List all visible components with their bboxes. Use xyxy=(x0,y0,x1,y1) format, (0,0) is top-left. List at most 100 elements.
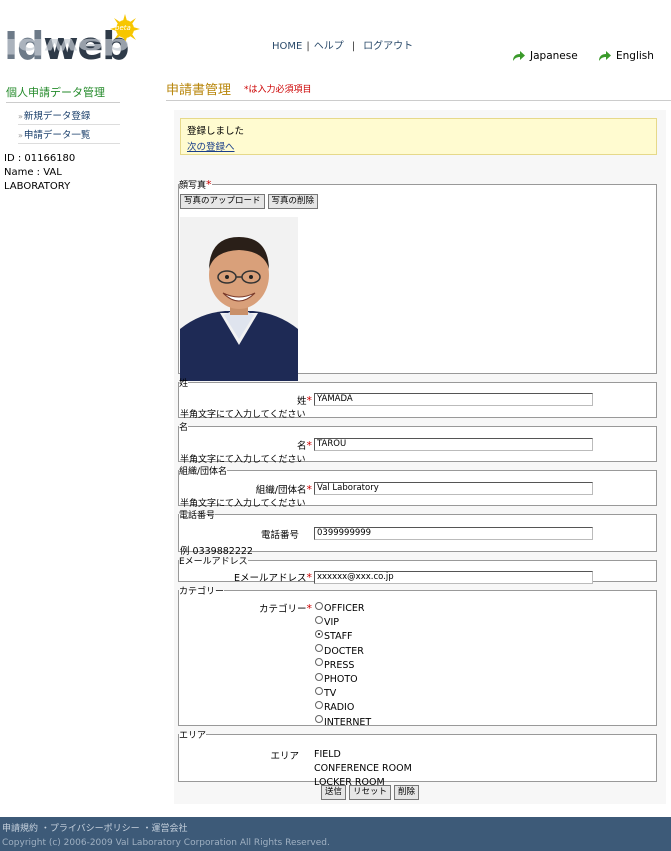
last-name-label: 姓 xyxy=(296,396,307,407)
last-name-legend: 姓 xyxy=(179,379,189,389)
radio-icon[interactable] xyxy=(315,658,323,667)
last-name-hint: 半角文字にて入力してください xyxy=(180,410,306,420)
email-input[interactable]: xxxxxx@xxx.co.jp xyxy=(314,571,593,584)
category-option-docter[interactable]: DOCTER xyxy=(315,644,364,657)
category-option-vip[interactable]: VIP xyxy=(315,615,340,629)
category-legend: カテゴリー xyxy=(179,587,225,597)
radio-icon[interactable] xyxy=(315,601,323,610)
area-values: FIELD CONFERENCE ROOM LOCKER ROOM xyxy=(314,748,412,790)
phone-legend: 電話番号 xyxy=(179,511,216,521)
top-nav: HOME | ヘルプ | ログアウト xyxy=(272,41,414,52)
category-option-press[interactable]: PRESS xyxy=(315,658,355,671)
delete-photo-button[interactable]: 写真の削除 xyxy=(267,194,319,209)
first-name-legend: 名 xyxy=(179,423,189,433)
photo-legend: 顔写真 xyxy=(179,181,207,191)
user-id: ID : 01166180 xyxy=(4,153,76,164)
footer-links[interactable]: 申請規約 ・プライバシーポリシー ・運営会社 xyxy=(2,821,188,834)
area-section: エリア エリア FIELD CONFERENCE ROOM LOCKER ROO… xyxy=(178,728,657,788)
footer: 申請規約 ・プライバシーポリシー ・運営会社 Copyright (c) 200… xyxy=(0,817,671,851)
category-option-internet[interactable]: INTERNET xyxy=(315,715,372,728)
user-name: Name : VAL xyxy=(4,167,62,178)
phone-input[interactable]: 0399999999 xyxy=(314,527,593,540)
radio-icon[interactable] xyxy=(315,644,323,653)
org-section: 組織/団体名 組織/団体名* Val Laboratory 半角文字にて入力して… xyxy=(178,464,657,509)
required-mark: * xyxy=(206,178,212,191)
upload-photo-button[interactable]: 写真のアップロード xyxy=(180,194,265,209)
delete-button[interactable]: 削除 xyxy=(394,785,420,800)
category-option-label: RADIO xyxy=(324,702,355,714)
required-note: *は入力必須項目 xyxy=(244,85,312,95)
area-value: FIELD xyxy=(314,749,341,760)
radio-icon[interactable] xyxy=(315,615,323,624)
category-option-photo[interactable]: PHOTO xyxy=(315,672,358,685)
next-registration-link[interactable]: 次の登録へ xyxy=(187,139,650,153)
copyright: Copyright (c) 2006-2009 Val Laboratory C… xyxy=(2,838,330,848)
last-name-section: 姓 姓* YAMADA 半角文字にて入力してください xyxy=(178,376,657,420)
required-mark: * xyxy=(306,483,313,496)
last-name-input[interactable]: YAMADA xyxy=(314,393,593,406)
category-option-label: PHOTO xyxy=(324,674,358,685)
org-input[interactable]: Val Laboratory xyxy=(314,482,593,495)
first-name-section: 名 名* TAROU 半角文字にて入力してください xyxy=(178,420,657,465)
radio-icon[interactable] xyxy=(315,672,323,681)
category-option-label: PRESS xyxy=(324,659,355,671)
email-section: Eメールアドレス Eメールアドレス* xxxxxx@xxx.co.jp xyxy=(178,554,657,584)
first-name-label: 名 xyxy=(296,441,307,452)
notice-message: 登録しました xyxy=(187,126,245,137)
radio-icon[interactable] xyxy=(315,686,323,695)
logo-reflection: Idweb xyxy=(4,33,129,58)
category-option-label: TV xyxy=(324,688,337,700)
category-option-label: VIP xyxy=(324,617,340,629)
lang-japanese-link[interactable]: Japanese xyxy=(512,50,578,62)
radio-icon[interactable] xyxy=(315,629,323,638)
sidebar-item-new-data[interactable]: »新規データ登録 xyxy=(18,106,120,125)
sidebar-item-data-list[interactable]: »申請データ一覧 xyxy=(18,125,120,144)
title-divider xyxy=(166,100,671,101)
raquo-icon: » xyxy=(18,131,23,140)
success-notice: 登録しました 次の登録へ xyxy=(180,118,657,155)
site-logo: beta Idweb Idweb xyxy=(4,14,144,84)
submit-button[interactable]: 送信 xyxy=(321,785,347,800)
help-link[interactable]: ヘルプ xyxy=(314,41,344,52)
required-mark: * xyxy=(306,394,313,407)
sidebar-title: 個人申請データ管理 xyxy=(6,84,120,103)
first-name-input[interactable]: TAROU xyxy=(314,438,593,451)
arrow-right-icon xyxy=(513,51,525,61)
email-label: Eメールアドレス xyxy=(233,573,307,584)
org-legend: 組織/団体名 xyxy=(179,467,228,477)
reset-button[interactable]: リセット xyxy=(349,785,392,800)
page-title: 申請書管理 xyxy=(166,83,232,98)
area-legend: エリア xyxy=(179,731,207,741)
category-option-staff[interactable]: STAFF xyxy=(315,629,353,643)
category-label: カテゴリー xyxy=(258,604,307,615)
org-label: 組織/団体名 xyxy=(255,485,307,496)
category-option-label: DOCTER xyxy=(324,645,364,657)
required-mark: * xyxy=(306,571,313,584)
category-section: カテゴリー カテゴリー* OFFICER VIP STAFF DOCTER PRESS P… xyxy=(178,584,657,728)
category-option-tv[interactable]: TV xyxy=(315,686,337,700)
category-option-label: OFFICER xyxy=(324,603,365,614)
required-mark: * xyxy=(306,439,313,452)
category-option-officer[interactable]: OFFICER xyxy=(315,601,365,614)
user-name-cont: LABORATORY xyxy=(4,181,71,192)
area-label: エリア xyxy=(270,751,299,762)
email-legend: Eメールアドレス xyxy=(179,557,248,567)
arrow-right-icon xyxy=(599,51,611,61)
lang-english-link[interactable]: English xyxy=(598,50,654,62)
radio-icon[interactable] xyxy=(315,700,323,709)
raquo-icon: » xyxy=(18,112,23,121)
phone-section: 電話番号 電話番号 0399999999 例 0339882222 xyxy=(178,508,657,557)
required-mark: * xyxy=(306,602,313,615)
area-value: CONFERENCE ROOM xyxy=(314,763,412,774)
radio-icon[interactable] xyxy=(315,715,323,724)
photo-section: 顔写真* 写真のアップロード 写真の削除 xyxy=(178,178,657,381)
user-info: ID : 01166180 Name : VAL LABORATORY xyxy=(4,152,124,194)
category-option-label: INTERNET xyxy=(324,716,372,728)
logout-link[interactable]: ログアウト xyxy=(363,41,413,52)
phone-label: 電話番号 xyxy=(260,530,299,541)
home-link[interactable]: HOME xyxy=(272,41,302,52)
form-actions: 送信 リセット 削除 xyxy=(321,785,420,800)
category-option-radio[interactable]: RADIO xyxy=(315,700,355,714)
category-option-label: STAFF xyxy=(324,631,353,643)
profile-photo xyxy=(180,217,298,381)
